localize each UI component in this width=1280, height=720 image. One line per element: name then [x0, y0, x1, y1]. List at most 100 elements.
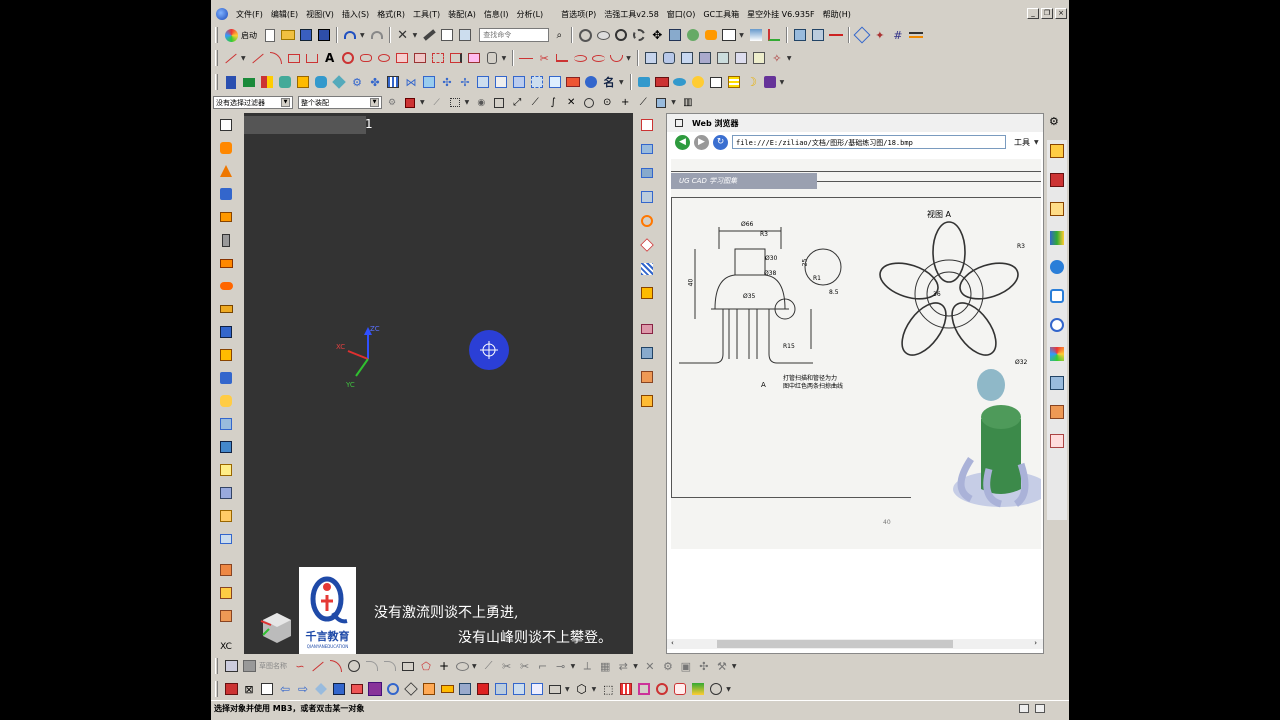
- measure-icon[interactable]: [828, 27, 844, 43]
- sphere-icon[interactable]: [218, 186, 234, 202]
- history-icon[interactable]: [1049, 288, 1065, 304]
- face-trim-icon[interactable]: [639, 345, 655, 361]
- sketch-offset-icon[interactable]: ⟋: [481, 658, 497, 674]
- rectangle-icon[interactable]: [286, 50, 302, 66]
- chevron-down-icon[interactable]: ▼: [1034, 139, 1039, 146]
- bend-icon[interactable]: [639, 369, 655, 385]
- rotate-view-icon[interactable]: [631, 27, 647, 43]
- reuse-library-icon[interactable]: [1049, 230, 1065, 246]
- sketch-ellipse-icon[interactable]: [454, 658, 470, 674]
- sketch-chamfer-icon[interactable]: [382, 658, 398, 674]
- sew-icon[interactable]: ✧: [769, 50, 785, 66]
- wrap-curve-icon[interactable]: [484, 50, 500, 66]
- arrow-right-icon[interactable]: ⇨: [295, 681, 311, 697]
- menu-insert[interactable]: 插入(S): [338, 9, 373, 20]
- view-orientation-cube[interactable]: [259, 609, 295, 645]
- convert-reference-icon[interactable]: ⇄: [615, 658, 631, 674]
- menu-tools[interactable]: 工具(T): [409, 9, 444, 20]
- quick-trim-icon[interactable]: ✂: [499, 658, 515, 674]
- selected-part-icon[interactable]: [367, 681, 383, 697]
- pan-icon[interactable]: ✥: [649, 27, 665, 43]
- select-options-icon[interactable]: ⚙: [384, 95, 400, 111]
- datum-icon[interactable]: ✦: [872, 27, 888, 43]
- command-search-input[interactable]: [479, 28, 550, 42]
- surface-side-icon[interactable]: [218, 531, 234, 547]
- part-navigator-icon[interactable]: [1049, 201, 1065, 217]
- snap-view-icon[interactable]: [577, 27, 593, 43]
- project-curve-icon[interactable]: [394, 50, 410, 66]
- address-bar[interactable]: file:///E:/ziliao/文档/图形/基础练习图/18.bmp: [732, 135, 1006, 149]
- slot-icon[interactable]: [218, 278, 234, 294]
- menu-format[interactable]: 格式(R): [373, 9, 409, 20]
- mesh-surface-icon[interactable]: [639, 261, 655, 277]
- sweep-icon[interactable]: [679, 50, 695, 66]
- panel-pin-icon[interactable]: [675, 119, 683, 127]
- edge-blend-icon[interactable]: [313, 74, 329, 90]
- thread-icon[interactable]: [218, 347, 234, 363]
- sketch-circle-icon[interactable]: [346, 658, 362, 674]
- fillet-curve-icon[interactable]: [608, 50, 624, 66]
- line-icon[interactable]: [223, 50, 239, 66]
- render-style-icon[interactable]: [685, 27, 701, 43]
- alternate-solution-icon[interactable]: ✕: [642, 658, 658, 674]
- cone-icon[interactable]: [218, 163, 234, 179]
- sketch-name-field[interactable]: 草图名称: [259, 661, 287, 671]
- nx-app-icon[interactable]: [216, 8, 228, 20]
- styled-sweep-icon[interactable]: [639, 285, 655, 301]
- synchronous-icon[interactable]: [636, 74, 652, 90]
- trim-curve-icon[interactable]: [518, 50, 534, 66]
- helix-icon[interactable]: [340, 50, 356, 66]
- electrode-icon[interactable]: [690, 74, 706, 90]
- update-model-icon[interactable]: ✣: [696, 658, 712, 674]
- edit-spline-icon[interactable]: [590, 50, 606, 66]
- part-tab[interactable]: [244, 116, 366, 134]
- quick-extend-icon[interactable]: ✂: [517, 658, 533, 674]
- refresh-icon[interactable]: ↻: [713, 134, 728, 150]
- search-icon[interactable]: ⌕: [551, 27, 567, 43]
- graphics-viewport[interactable]: 1 ZC XC YC 千言教育 QIANYANEDUCATION 没有激流则谈不…: [244, 113, 633, 654]
- menu-view[interactable]: 视图(V): [302, 9, 338, 20]
- rectangle-select-icon[interactable]: [447, 95, 463, 111]
- layer-icon[interactable]: [748, 27, 764, 43]
- combine-curve-icon[interactable]: [430, 50, 446, 66]
- start-icon[interactable]: [223, 27, 239, 43]
- chamfer-side-icon[interactable]: [218, 439, 234, 455]
- bridge-curve-icon[interactable]: [376, 50, 392, 66]
- constraint-navigator-icon[interactable]: [1049, 172, 1065, 188]
- moon-icon[interactable]: ☽: [744, 74, 760, 90]
- boss-icon[interactable]: [218, 209, 234, 225]
- menu-information[interactable]: 信息(I): [480, 9, 513, 20]
- component-icon[interactable]: [218, 585, 234, 601]
- minimize-button[interactable]: _: [1027, 8, 1039, 19]
- view-layout-icon[interactable]: [792, 27, 808, 43]
- sketch-arc-icon[interactable]: [328, 658, 344, 674]
- menu-haoqiang-tools[interactable]: 浩强工具v2.58: [600, 9, 663, 20]
- block-icon[interactable]: [218, 117, 234, 133]
- back-arrow-icon[interactable]: ◀: [675, 134, 690, 150]
- scroll-left-icon[interactable]: ‹: [671, 639, 674, 647]
- material-icon[interactable]: [583, 74, 599, 90]
- light-icon[interactable]: [703, 27, 719, 43]
- circle-outline-icon[interactable]: [708, 681, 724, 697]
- finish-sketch-icon[interactable]: [241, 658, 257, 674]
- bookmark-icon[interactable]: ▥: [680, 95, 696, 111]
- patch-icon[interactable]: [529, 74, 545, 90]
- snap-point-icon[interactable]: [491, 95, 507, 111]
- browser-horizontal-scrollbar[interactable]: ‹ ›: [667, 639, 1043, 649]
- sketch-constraints-icon[interactable]: ⊸: [553, 658, 569, 674]
- forward-arrow-icon[interactable]: ▶: [694, 134, 709, 150]
- arc-icon[interactable]: [268, 50, 284, 66]
- constraint-icon[interactable]: [218, 608, 234, 624]
- redo-icon[interactable]: [369, 27, 385, 43]
- sheet-icon[interactable]: [639, 117, 655, 133]
- save-as-icon[interactable]: [316, 27, 332, 43]
- inferred-constraint-icon[interactable]: ⚙: [660, 658, 676, 674]
- new-file-icon[interactable]: [262, 27, 278, 43]
- shell-side-icon[interactable]: [218, 485, 234, 501]
- mold-icon[interactable]: [672, 74, 688, 90]
- arrow-left-icon[interactable]: ⇦: [277, 681, 293, 697]
- delete-icon[interactable]: ✕: [395, 27, 411, 43]
- sketch-icon[interactable]: [853, 26, 871, 44]
- bounded-plane-icon[interactable]: [639, 141, 655, 157]
- undo-icon[interactable]: [342, 27, 358, 43]
